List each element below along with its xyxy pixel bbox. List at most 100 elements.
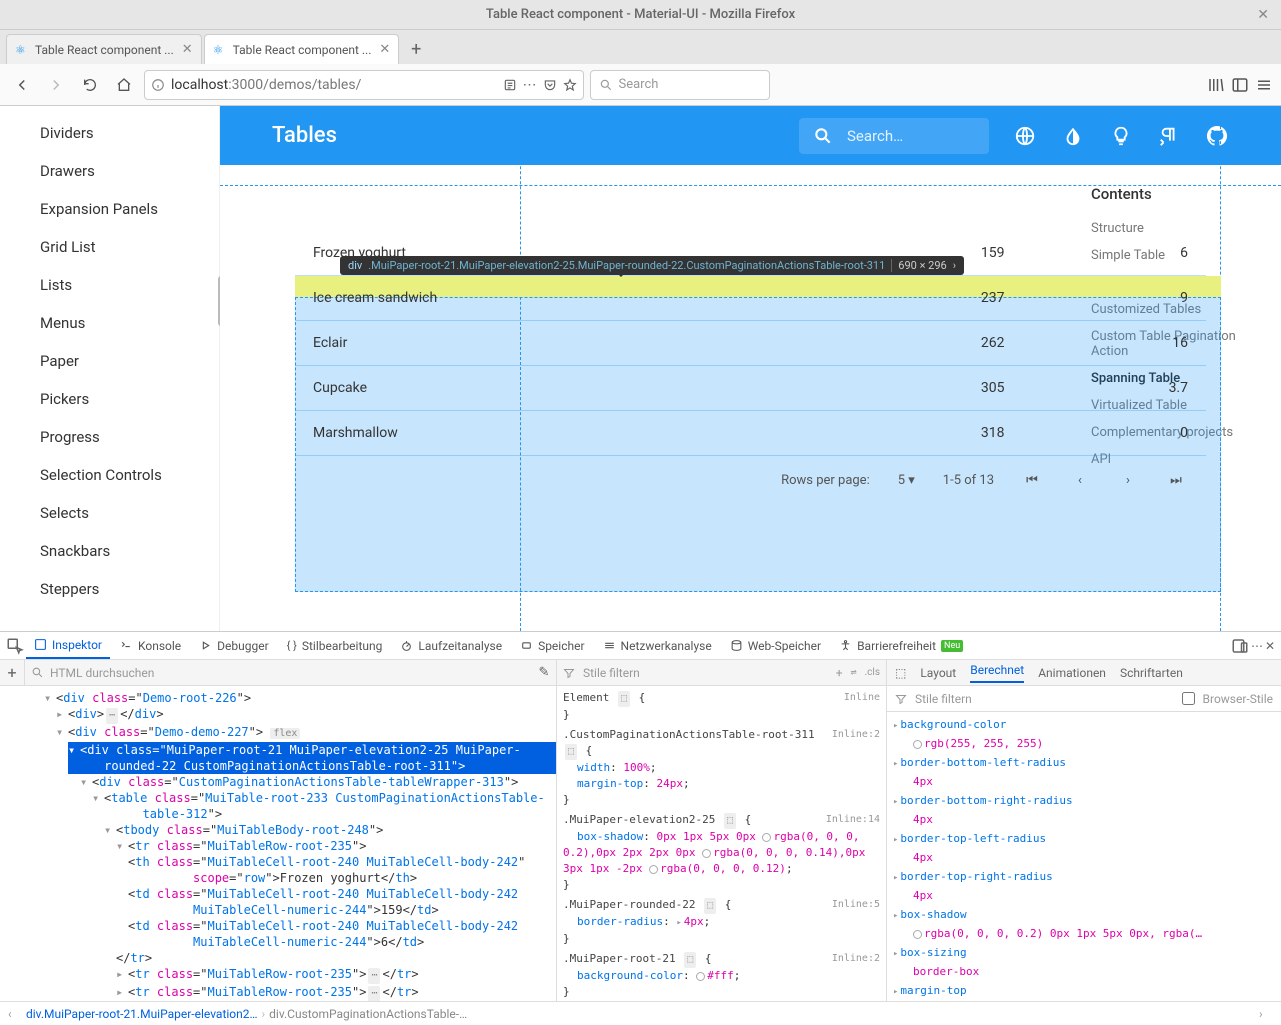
sidebar-item[interactable]: Menus [0, 304, 219, 342]
box-model-icon[interactable]: ⬚ [895, 666, 906, 680]
react-icon: ⚛ [15, 43, 29, 57]
back-button[interactable] [8, 71, 36, 99]
tooltip-pointer [615, 271, 627, 277]
tab-console[interactable]: Konsole [112, 634, 189, 658]
invert-colors-icon[interactable] [1061, 124, 1085, 148]
forward-button[interactable] [42, 71, 70, 99]
browser-tab[interactable]: ⚛ Table React component ... ✕ [204, 34, 400, 64]
pocket-icon[interactable] [543, 78, 557, 92]
sidebar-item[interactable]: Expansion Panels [0, 190, 219, 228]
tab-network[interactable]: Netzwerkanalyse [595, 634, 720, 658]
cell-fat: 0 [1023, 411, 1207, 456]
sidebar-item[interactable]: Drawers [0, 152, 219, 190]
edit-html-icon[interactable]: ✎ [532, 665, 556, 680]
sidebar-item[interactable]: Dividers [0, 114, 219, 152]
rtl-icon[interactable] [1157, 124, 1181, 148]
reader-mode-icon[interactable] [503, 78, 517, 92]
page-actions-icon[interactable]: ⋯ [523, 77, 537, 93]
tab-animations[interactable]: Animationen [1038, 666, 1106, 680]
sidebar-item[interactable]: Steppers [0, 570, 219, 608]
cell-cals: 318 [825, 411, 1022, 456]
add-rule-icon[interactable]: + [836, 666, 843, 680]
sidebar-item[interactable]: Grid List [0, 228, 219, 266]
sidebar-item[interactable]: Pickers [0, 380, 219, 418]
home-button[interactable] [110, 71, 138, 99]
toc-title: Contents [1061, 185, 1281, 215]
sidebar-item[interactable]: Selects [0, 494, 219, 532]
pseudo-classes-icon[interactable]: ⇌ [851, 667, 857, 678]
tab-fonts[interactable]: Schriftarten [1120, 666, 1183, 680]
cell-fat: 6 [1023, 231, 1207, 276]
tab-memory[interactable]: Speicher [512, 634, 592, 658]
breadcrumb-next[interactable]: › [1259, 1007, 1273, 1021]
first-page-button[interactable]: ⏮ [1022, 470, 1042, 490]
window-titlebar: Table React component - Material-UI - Mo… [0, 0, 1281, 30]
address-bar[interactable]: localhost:3000/demos/tables/ ⋯ [144, 70, 584, 100]
browser-toolbar: localhost:3000/demos/tables/ ⋯ Search [0, 64, 1281, 106]
new-tab-button[interactable]: + [401, 34, 431, 64]
tab-style-editor[interactable]: { }Stilbearbeitung [279, 634, 391, 658]
cls-toggle[interactable]: .cls [865, 667, 880, 678]
library-icon[interactable] [1207, 76, 1225, 94]
add-node-button[interactable]: + [0, 663, 24, 682]
filter-icon [563, 667, 575, 679]
dom-tree[interactable]: ▾<div class="Demo-root-226"> ▸<div>⋯</di… [0, 686, 556, 1001]
cell-cals: 262 [825, 321, 1022, 366]
language-icon[interactable] [1013, 124, 1037, 148]
rows-per-page-select[interactable]: 5 ▾ [898, 473, 915, 488]
more-icon[interactable]: ⋯ [1251, 639, 1263, 653]
docs-search[interactable]: Search… [799, 118, 989, 154]
new-badge: Neu [941, 640, 963, 652]
tab-label: Table React component ... [35, 43, 174, 57]
tab-close-icon[interactable]: ✕ [379, 42, 390, 57]
url-host: localhost [171, 77, 228, 93]
breadcrumb-prev[interactable]: ‹ [8, 1007, 22, 1021]
sidebar-icon[interactable] [1231, 76, 1249, 94]
sidebar-item[interactable]: Selection Controls [0, 456, 219, 494]
browser-styles-checkbox[interactable] [1182, 692, 1195, 705]
browser-tab[interactable]: ⚛ Table React component ... ✕ [6, 34, 202, 64]
computed-panel: ⬚ Layout Berechnet Animationen Schriftar… [887, 660, 1281, 1001]
menu-icon[interactable] [1255, 76, 1273, 94]
bookmark-star-icon[interactable] [563, 78, 577, 92]
pick-element-icon[interactable] [6, 637, 24, 655]
window-title: Table React component - Material-UI - Mo… [486, 7, 795, 22]
tab-accessibility[interactable]: BarrierefreiheitNeu [831, 634, 971, 658]
mui-sidebar[interactable]: Dividers Drawers Expansion Panels Grid L… [0, 106, 220, 631]
lightbulb-icon[interactable] [1109, 124, 1133, 148]
tab-label: Table React component ... [233, 43, 372, 57]
dom-search[interactable]: HTML durchsuchen [24, 660, 532, 685]
next-page-button[interactable]: › [1118, 470, 1138, 490]
rows-per-page-label: Rows per page: [781, 473, 870, 488]
prev-page-button[interactable]: ‹ [1070, 470, 1090, 490]
tab-close-icon[interactable]: ✕ [182, 42, 193, 57]
breadcrumb-item[interactable]: div.CustomPaginationActionsTable-… [269, 1007, 467, 1021]
reload-button[interactable] [76, 71, 104, 99]
tab-storage[interactable]: Web-Speicher [722, 634, 829, 658]
responsive-mode-icon[interactable] [1231, 637, 1249, 655]
cell-name: Eclair [295, 321, 825, 366]
search-box[interactable]: Search [590, 70, 770, 100]
tab-debugger[interactable]: Debugger [191, 634, 277, 658]
tab-layout[interactable]: Layout [920, 666, 956, 680]
mui-appbar: Tables Search… [220, 106, 1281, 165]
main-content: Tables Search… div.MuiPaper-root-21.MuiP… [220, 106, 1281, 631]
window-close-icon[interactable]: ✕ [1257, 7, 1269, 23]
github-icon[interactable] [1205, 124, 1229, 148]
close-devtools-icon[interactable]: ✕ [1265, 639, 1275, 653]
tab-performance[interactable]: Laufzeitanalyse [392, 634, 510, 658]
sidebar-item[interactable]: Lists [0, 266, 219, 304]
sidebar-item[interactable]: Paper [0, 342, 219, 380]
last-page-button[interactable]: ⏭ [1166, 470, 1186, 490]
info-icon [151, 78, 165, 92]
cell-name: Ice cream sandwich [295, 276, 825, 321]
sidebar-item[interactable]: Snackbars [0, 532, 219, 570]
browser-styles-label: Browser-Stile [1203, 692, 1273, 706]
tab-computed[interactable]: Berechnet [970, 663, 1024, 683]
cell-fat: 9 [1023, 276, 1207, 321]
table-row: Eclair26216 [295, 321, 1206, 366]
table-demo: div.MuiPaper-root-21.MuiPaper-elevation2… [220, 231, 1281, 504]
tab-inspector[interactable]: Inspektor [26, 633, 110, 659]
sidebar-item[interactable]: Progress [0, 418, 219, 456]
breadcrumb-item[interactable]: div.MuiPaper-root-21.MuiPaper-elevation2… [26, 1007, 258, 1021]
